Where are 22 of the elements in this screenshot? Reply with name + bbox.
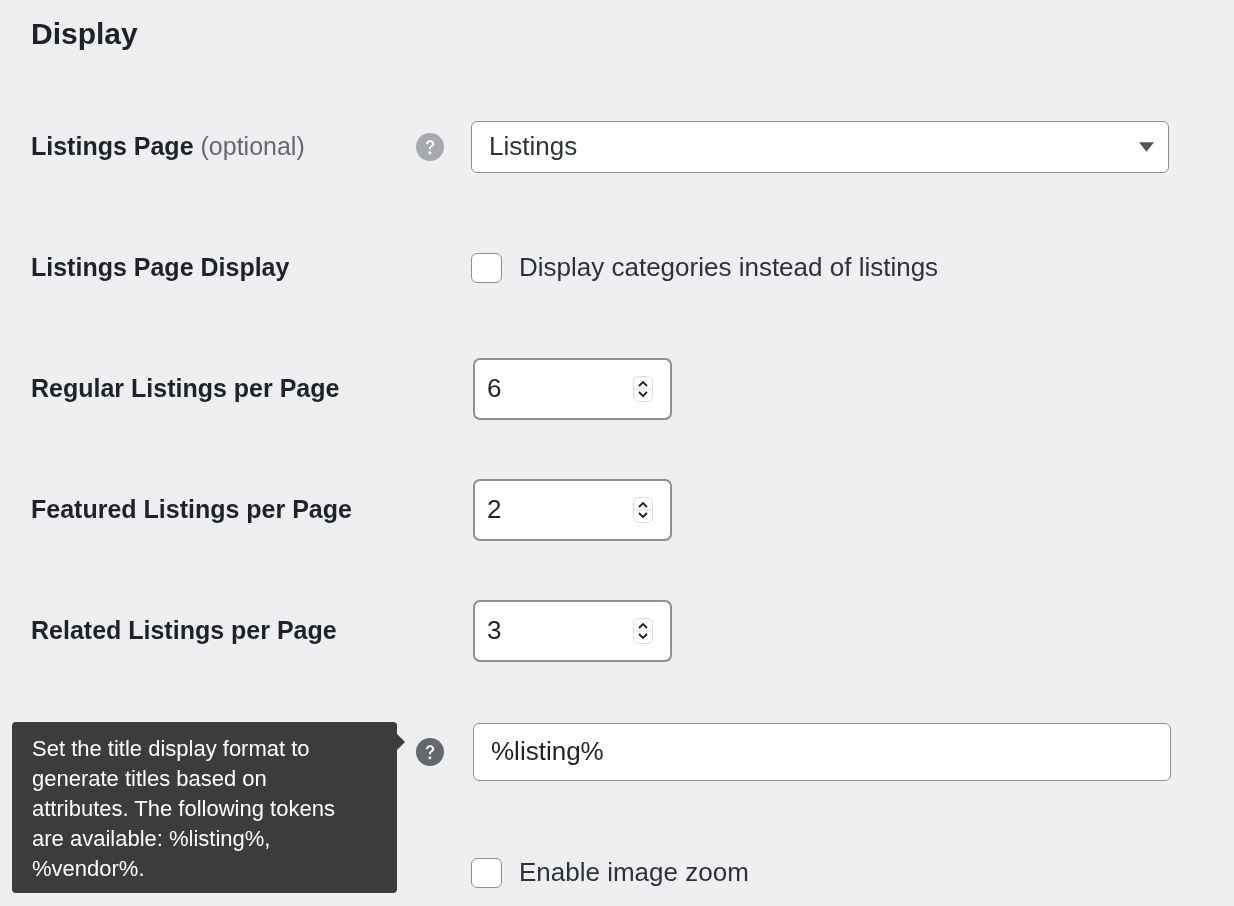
caret-icon: [1139, 141, 1154, 152]
page-dropdown[interactable]: Listings: [471, 120, 1169, 173]
checkbox-label[interactable]: Enable image zoom: [519, 857, 749, 888]
checkbox[interactable]: [471, 252, 502, 283]
help-icon[interactable]: [416, 737, 444, 766]
checkbox[interactable]: [471, 857, 502, 888]
number-input[interactable]: 3: [473, 599, 672, 662]
stepper-arrows-icon[interactable]: [633, 375, 653, 402]
checkbox-label[interactable]: Display categories instead of listings: [519, 252, 939, 283]
field-label: Related Listings per Page: [31, 616, 337, 644]
number-input[interactable]: 2: [473, 478, 672, 541]
tooltip: Set the title display format to generate titles based on attributes. The following tokens are available: %listing%, %vendor%.: [12, 721, 397, 893]
tooltip-pointer-icon: [397, 733, 405, 750]
text-input[interactable]: %listing%: [473, 722, 1171, 781]
section-heading: Display: [31, 16, 138, 52]
field-label: Regular Listings per Page: [31, 374, 340, 402]
field-label: Featured Listings per Page: [31, 495, 352, 523]
stepper-arrows-icon[interactable]: [633, 496, 653, 523]
number-input[interactable]: 6: [473, 357, 672, 420]
stepper-arrows-icon[interactable]: [633, 617, 653, 644]
field-label: Listings Page (optional): [31, 132, 305, 160]
field-label: Listings Page Display: [31, 253, 290, 281]
